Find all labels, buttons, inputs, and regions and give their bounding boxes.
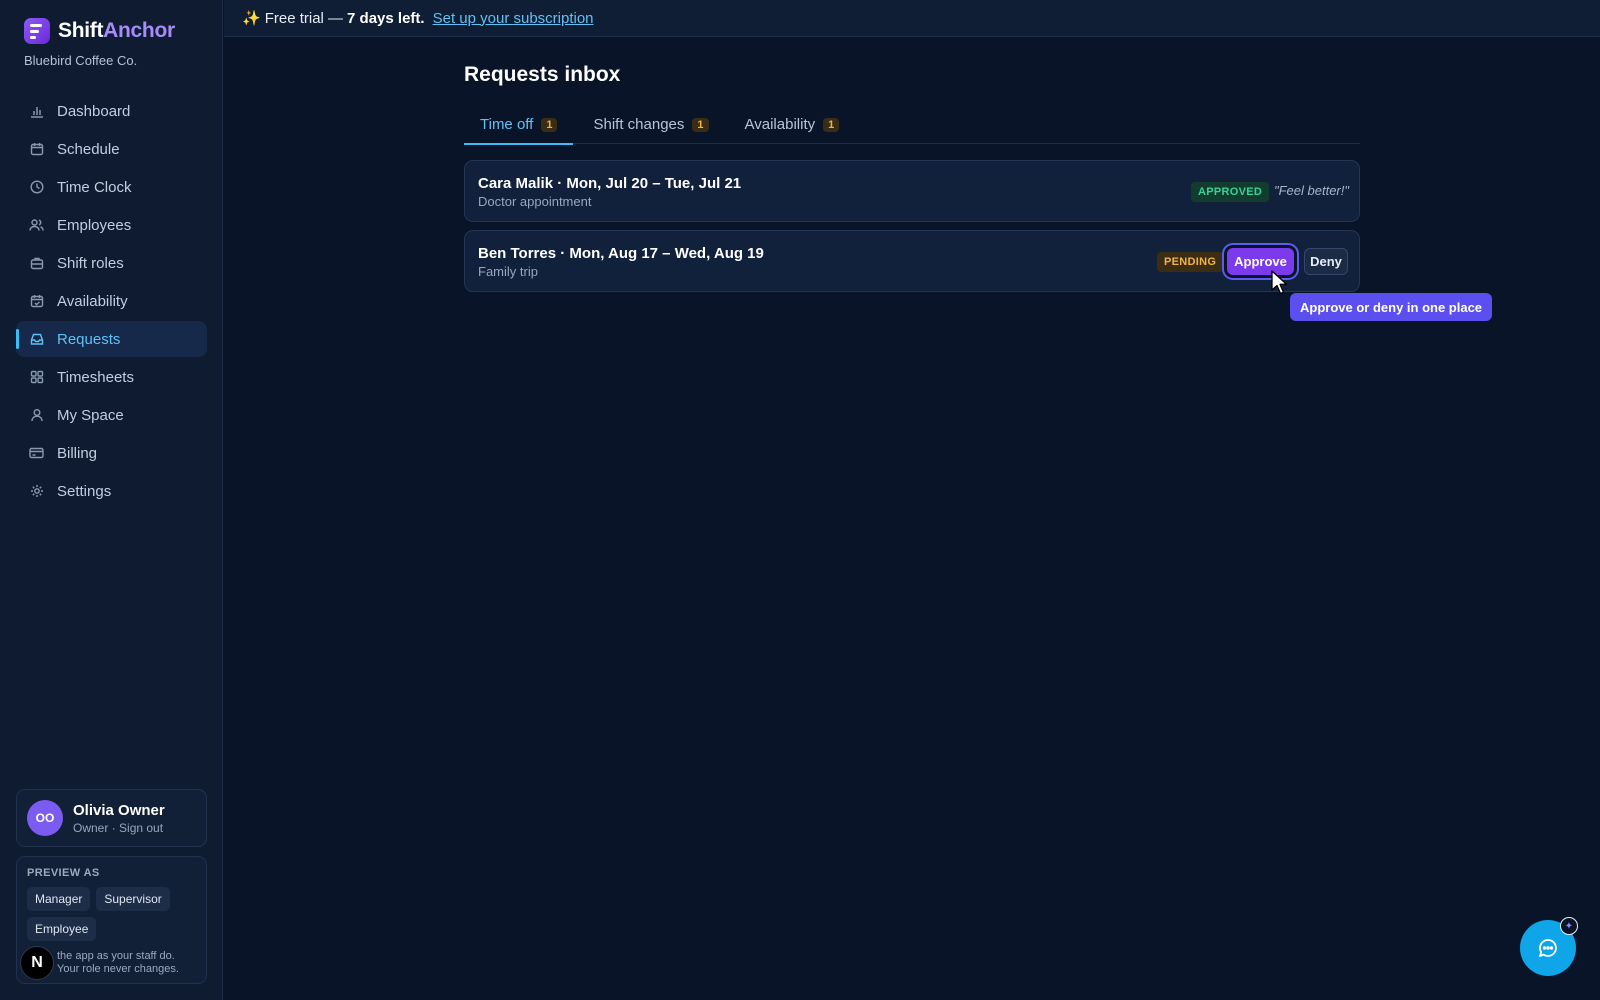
- preview-supervisor-button[interactable]: Supervisor: [96, 887, 170, 911]
- sidebar-item-shift-roles[interactable]: Shift roles: [16, 245, 207, 281]
- sidebar-item-dashboard[interactable]: Dashboard: [16, 93, 207, 129]
- sidebar: ShiftAnchor Bluebird Coffee Co. Dashboar…: [0, 0, 223, 1000]
- sidebar-item-label: Timesheets: [57, 368, 134, 386]
- sidebar-item-label: Time Clock: [57, 178, 132, 196]
- count-badge: 1: [541, 118, 558, 132]
- bar-chart-icon: [29, 104, 44, 119]
- sidebar-item-employees[interactable]: Employees: [16, 207, 207, 243]
- sidebar-item-billing[interactable]: Billing: [16, 435, 207, 471]
- logo-icon: [24, 18, 50, 44]
- user-role: Owner: [73, 820, 109, 835]
- sidebar-item-label: Settings: [57, 482, 112, 500]
- status-badge: APPROVED: [1191, 182, 1270, 202]
- brand-name-part1: Shift: [58, 19, 104, 42]
- page-title: Requests inbox: [464, 63, 621, 86]
- sparkle-badge-icon: ✦: [1560, 917, 1578, 935]
- request-title: Ben Torres · Mon, Aug 17 – Wed, Aug 19: [478, 245, 764, 262]
- subscription-link[interactable]: Set up your subscription: [433, 10, 594, 27]
- sidebar-item-label: Schedule: [57, 140, 120, 158]
- sidebar-item-label: Requests: [57, 330, 121, 348]
- calendar-check-icon: [29, 294, 44, 309]
- preview-manager-button[interactable]: Manager: [27, 887, 91, 911]
- company-name: Bluebird Coffee Co.: [24, 53, 138, 68]
- sidebar-item-label: Shift roles: [57, 254, 124, 272]
- request-row: Cara Malik · Mon, Jul 20 – Tue, Jul 21 D…: [464, 160, 1360, 222]
- tab-shift-changes[interactable]: Shift changes 1: [577, 108, 724, 144]
- request-row: Ben Torres · Mon, Aug 17 – Wed, Aug 19 F…: [464, 230, 1360, 292]
- count-badge: 1: [823, 118, 840, 132]
- n-logo-icon[interactable]: N: [20, 946, 54, 980]
- tab-label: Availability: [744, 116, 816, 133]
- trial-banner: ✨ Free trial — 7 days left. Set up your …: [224, 0, 1600, 37]
- user-name: Olivia Owner: [73, 801, 165, 819]
- sidebar-item-label: Billing: [57, 444, 98, 462]
- request-reason: Doctor appointment: [478, 194, 592, 209]
- sidebar-item-timesheets[interactable]: Timesheets: [16, 359, 207, 395]
- sidebar-item-label: Dashboard: [57, 102, 131, 120]
- status-badge: PENDING: [1157, 252, 1224, 272]
- sidebar-nav: Dashboard Schedule Time Clock Employees …: [16, 93, 207, 511]
- user-card[interactable]: OO Olivia Owner Owner · Sign out: [16, 789, 207, 847]
- tab-label: Shift changes: [593, 116, 685, 133]
- deny-button[interactable]: Deny: [1304, 248, 1348, 275]
- sidebar-item-label: Availability: [57, 292, 128, 310]
- brand-name: ShiftAnchor: [58, 19, 175, 43]
- tab-availability[interactable]: Availability 1: [729, 108, 856, 144]
- sidebar-item-time-clock[interactable]: Time Clock: [16, 169, 207, 205]
- count-badge: 1: [692, 118, 709, 132]
- sidebar-item-my-space[interactable]: My Space: [16, 397, 207, 433]
- tab-time-off[interactable]: Time off 1: [464, 108, 574, 145]
- request-reason: Family trip: [478, 264, 538, 279]
- sidebar-item-availability[interactable]: Availability: [16, 283, 207, 319]
- brand-name-part2: Anchor: [103, 19, 175, 42]
- grid-icon: [29, 370, 44, 385]
- gear-icon: [29, 484, 44, 499]
- credit-card-icon: [29, 446, 44, 461]
- requests-tabs: Time off 1 Shift changes 1 Availability …: [464, 108, 1360, 145]
- sidebar-item-label: My Space: [57, 406, 124, 424]
- inbox-icon: [29, 332, 44, 347]
- sidebar-item-settings[interactable]: Settings: [16, 473, 207, 509]
- user-icon: [29, 408, 44, 423]
- sidebar-item-schedule[interactable]: Schedule: [16, 131, 207, 167]
- user-separator: ·: [111, 820, 116, 835]
- preview-options: Manager Supervisor Employee: [27, 887, 196, 941]
- preview-title: PREVIEW AS: [27, 867, 100, 879]
- calendar-icon: [29, 142, 44, 157]
- sparkle-icon: ✨: [242, 10, 261, 27]
- trial-days-left: 7 days left.: [347, 9, 425, 27]
- trial-prefix: Free trial —: [264, 9, 344, 27]
- sidebar-item-label: Employees: [57, 216, 132, 234]
- sign-out-link[interactable]: Sign out: [119, 821, 163, 835]
- users-icon: [29, 218, 44, 233]
- briefcase-icon: [29, 256, 44, 271]
- sidebar-item-requests[interactable]: Requests: [16, 321, 207, 357]
- chat-icon: [1539, 939, 1557, 957]
- request-title: Cara Malik · Mon, Jul 20 – Tue, Jul 21: [478, 175, 742, 192]
- preview-employee-button[interactable]: Employee: [27, 917, 97, 941]
- user-subtitle: Owner · Sign out: [73, 821, 165, 835]
- tab-label: Time off: [480, 116, 534, 133]
- tooltip: Approve or deny in one place: [1290, 293, 1493, 321]
- manager-note: "Feel better!": [1274, 183, 1349, 198]
- mouse-cursor-icon: [1271, 270, 1288, 295]
- brand[interactable]: ShiftAnchor: [24, 18, 175, 44]
- clock-icon: [29, 180, 44, 195]
- avatar: OO: [27, 800, 63, 836]
